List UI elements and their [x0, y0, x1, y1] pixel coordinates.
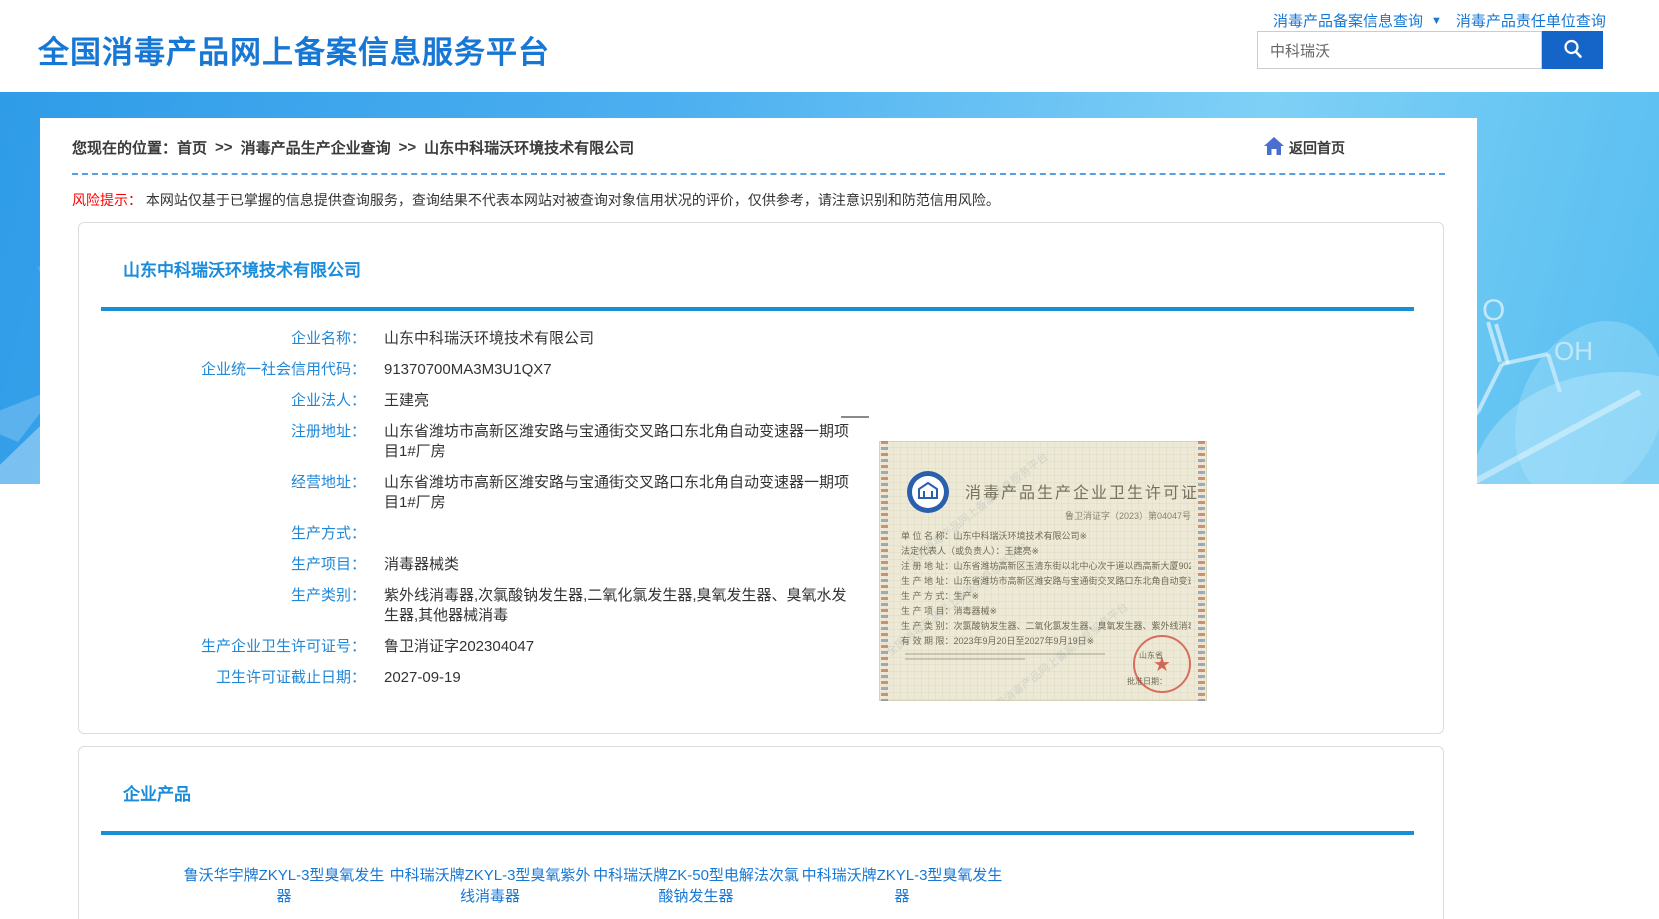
field-label: 生产方式： — [79, 524, 366, 544]
dashed-divider — [72, 173, 1445, 175]
field-row: 生产类别： 紫外线消毒器,次氯酸钠发生器,二氧化氯发生器,臭氧发生器、臭氧水发生器… — [79, 586, 1443, 626]
page-title: 全国消毒产品网上备案信息服务平台 — [38, 27, 550, 72]
field-row: 生产项目： 消毒器械类 — [79, 555, 1443, 575]
breadcrumb: 您现在的位置： 首页 >> 消毒产品生产企业查询 >> 山东中科瑞沃环境技术有限… — [40, 118, 1477, 159]
red-seal-icon: ★ — [1133, 635, 1191, 693]
product-link[interactable]: 鲁沃华宇牌ZKYL-3型臭氧发生器 — [181, 865, 387, 907]
search-button[interactable] — [1542, 31, 1603, 69]
page-header: 全国消毒产品网上备案信息服务平台 消毒产品备案信息查询 ▼ 消毒产品责任单位查询 — [0, 0, 1659, 92]
collapsed-dash — [841, 416, 869, 418]
product-link[interactable]: 中科瑞沃牌ZKYL-3型臭氧紫外线消毒器 — [387, 865, 593, 907]
field-value: 2027-09-19 — [384, 668, 461, 688]
back-home-label: 返回首页 — [1289, 138, 1345, 158]
field-value: 山东中科瑞沃环境技术有限公司 — [384, 329, 594, 349]
certificate-line: 生 产 项 目：消毒器械※ — [901, 604, 1191, 619]
breadcrumb-separator: >> — [399, 139, 417, 156]
field-label: 生产项目： — [79, 555, 366, 575]
field-row: 注册地址： 山东省潍坊市高新区潍安路与宝通街交叉路口东北角自动变速器一期项目1#厂… — [79, 422, 1443, 462]
card-title-rule — [101, 831, 1414, 835]
field-label: 生产企业卫生许可证号： — [79, 637, 366, 657]
field-value: 91370700MA3M3U1QX7 — [384, 360, 552, 380]
svg-text:O: O — [1482, 294, 1505, 327]
company-fields: 企业名称： 山东中科瑞沃环境技术有限公司 企业统一社会信用代码： 91370700M… — [79, 311, 1443, 733]
certificate-line: 生 产 方 式：生产※ — [901, 589, 1191, 604]
field-value: 鲁卫消证字202304047 — [384, 637, 534, 657]
field-row: 企业名称： 山东中科瑞沃环境技术有限公司 — [79, 329, 1443, 349]
breadcrumb-enterprise-query[interactable]: 消毒产品生产企业查询 — [241, 137, 391, 158]
risk-notice-text: 本网站仅基于已掌握的信息提供查询服务，查询结果不代表本网站对被查询对象信用状况的… — [146, 192, 1000, 208]
emblem-icon — [905, 469, 951, 520]
field-label: 注册地址： — [79, 422, 366, 462]
field-row: 卫生许可证截止日期： 2027-09-19 — [79, 668, 1443, 688]
certificate-title: 消毒产品生产企业卫生许可证 — [965, 479, 1199, 503]
product-link[interactable]: 中科瑞沃牌ZK-50型电解法次氯酸钠发生器 — [593, 865, 799, 907]
certificate-fine-print — [905, 653, 1105, 663]
field-row: 企业统一社会信用代码： 91370700MA3M3U1QX7 — [79, 360, 1443, 380]
products-grid: 鲁沃华宇牌ZKYL-3型臭氧发生器 中科瑞沃牌ZKYL-3型臭氧紫外线消毒器 中… — [181, 865, 1443, 919]
back-home-link[interactable]: 返回首页 — [1263, 136, 1345, 159]
field-row: 企业法人： 王建亮 — [79, 391, 1443, 411]
certificate-lines: 单 位 名 称：山东中科瑞沃环境技术有限公司※ 法定代表人（或负责人）：王建亮※… — [901, 529, 1191, 649]
field-label: 企业统一社会信用代码： — [79, 360, 366, 380]
nav-responsible-unit-query[interactable]: 消毒产品责任单位查询 — [1456, 10, 1606, 31]
seal-star: ★ — [1153, 652, 1171, 677]
search-icon — [1561, 37, 1585, 64]
company-name-heading: 山东中科瑞沃环境技术有限公司 — [79, 223, 1443, 281]
certificate-border — [1198, 441, 1205, 701]
certificate-image: 全国消毒产品网上备案信息服务平台 全国消毒产品网上备案信息服务平台 全国消毒产品… — [879, 441, 1207, 701]
products-heading: 企业产品 — [79, 747, 1443, 805]
main-content: 您现在的位置： 首页 >> 消毒产品生产企业查询 >> 山东中科瑞沃环境技术有限… — [40, 118, 1477, 919]
breadcrumb-current: 山东中科瑞沃环境技术有限公司 — [424, 137, 634, 158]
field-value: 紫外线消毒器,次氯酸钠发生器,二氧化氯发生器,臭氧发生器、臭氧水发生器,其他器械… — [384, 586, 854, 626]
field-label: 企业名称： — [79, 329, 366, 349]
risk-notice-label: 风险提示： — [72, 192, 142, 208]
certificate-line: 单 位 名 称：山东中科瑞沃环境技术有限公司※ — [901, 529, 1191, 544]
field-value: 王建亮 — [384, 391, 429, 411]
field-value: 山东省潍坊市高新区潍安路与宝通街交叉路口东北角自动变速器一期项目1#厂房 — [384, 422, 854, 462]
company-info-card: 山东中科瑞沃环境技术有限公司 企业名称： 山东中科瑞沃环境技术有限公司 企业统一社… — [78, 222, 1444, 734]
field-row: 经营地址： 山东省潍坊市高新区潍安路与宝通街交叉路口东北角自动变速器一期项目1#厂… — [79, 473, 1443, 513]
field-value: 山东省潍坊市高新区潍安路与宝通街交叉路口东北角自动变速器一期项目1#厂房 — [384, 473, 854, 513]
breadcrumb-home[interactable]: 首页 — [177, 137, 207, 158]
certificate-line: 生 产 地 址：山东省潍坊市高新区潍安路与宝通街交叉路口东北角自动变速器一期项目… — [901, 574, 1191, 589]
top-nav: 消毒产品备案信息查询 ▼ 消毒产品责任单位查询 — [1273, 10, 1613, 31]
field-label: 企业法人： — [79, 391, 366, 411]
search-bar — [1257, 31, 1603, 69]
field-value: 消毒器械类 — [384, 555, 459, 575]
products-card: 企业产品 鲁沃华宇牌ZKYL-3型臭氧发生器 中科瑞沃牌ZKYL-3型臭氧紫外线… — [78, 746, 1444, 919]
certificate-line: 法定代表人（或负责人）：王建亮※ — [901, 544, 1191, 559]
field-label: 生产类别： — [79, 586, 366, 626]
chevron-down-icon: ▼ — [1431, 15, 1442, 27]
search-input[interactable] — [1257, 31, 1542, 69]
field-row: 生产企业卫生许可证号： 鲁卫消证字202304047 — [79, 637, 1443, 657]
certificate-number: 鲁卫消证字（2023）第04047号 — [1065, 509, 1191, 522]
field-row: 生产方式： — [79, 524, 1443, 544]
certificate-line: 注 册 地 址：山东省潍坊高新区玉清东街以北中心次干道以西高新大厦902科苑 — [901, 559, 1191, 574]
nav-record-info-query[interactable]: 消毒产品备案信息查询 — [1273, 10, 1423, 31]
certificate-line: 生 产 类 别：次氯酸钠发生器、二氧化氯发生器、臭氧发生器、紫外线消毒器※ — [901, 619, 1191, 634]
breadcrumb-separator: >> — [215, 139, 233, 156]
field-label: 经营地址： — [79, 473, 366, 513]
field-label: 卫生许可证截止日期： — [79, 668, 366, 688]
certificate-border — [881, 441, 888, 701]
breadcrumb-prefix: 您现在的位置： — [72, 137, 177, 158]
product-link[interactable]: 中科瑞沃牌ZKYL-3型臭氧发生器 — [799, 865, 1005, 907]
risk-notice: 风险提示： 本网站仅基于已掌握的信息提供查询服务，查询结果不代表本网站对被查询对… — [72, 190, 1445, 210]
home-icon — [1263, 136, 1289, 159]
